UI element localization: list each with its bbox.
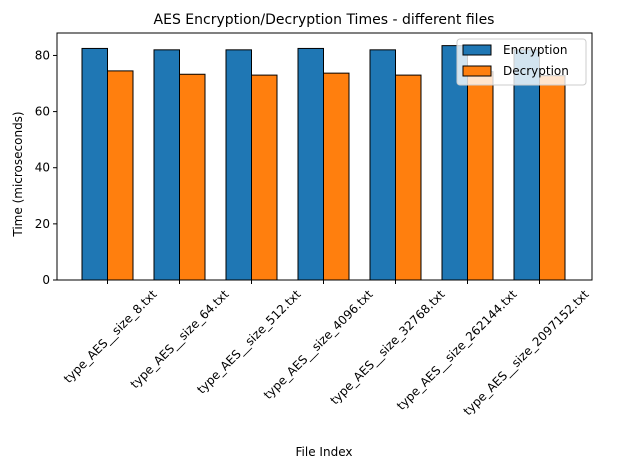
y-tick-label: 80 bbox=[35, 48, 50, 62]
x-tick-label: type_AES__size_32768.txt bbox=[327, 287, 447, 407]
bar-encryption-1 bbox=[153, 49, 180, 281]
legend-swatch-decryption bbox=[462, 65, 492, 77]
chart: AES Encryption/Decryption Times - differ… bbox=[11, 12, 593, 459]
legend: Encryption Decryption bbox=[456, 38, 587, 86]
y-tick-label: 20 bbox=[35, 217, 50, 231]
bar-decryption-1 bbox=[179, 73, 206, 281]
y-tick-label: 0 bbox=[42, 273, 50, 287]
bar-decryption-0 bbox=[107, 70, 134, 281]
bar-encryption-3 bbox=[297, 47, 324, 281]
bar-decryption-3 bbox=[323, 72, 350, 281]
bar-encryption-2 bbox=[225, 49, 252, 281]
x-ticks-group: type_AES__size_8.txttype_AES__size_64.tx… bbox=[61, 280, 592, 418]
legend-label-decryption: Decryption bbox=[503, 64, 569, 78]
x-axis-label: File Index bbox=[296, 445, 353, 459]
legend-swatch-encryption bbox=[462, 44, 492, 56]
legend-label-encryption: Encryption bbox=[503, 43, 567, 57]
y-tick-label: 40 bbox=[35, 161, 50, 175]
y-axis-label: Time (microseconds) bbox=[11, 111, 25, 237]
bar-encryption-0 bbox=[81, 47, 108, 281]
y-tick-label: 60 bbox=[35, 105, 50, 119]
bar-decryption-6 bbox=[539, 75, 566, 281]
y-ticks-group: 0 20 40 60 80 bbox=[35, 48, 57, 287]
bar-encryption-4 bbox=[369, 49, 396, 281]
x-tick-label: type_AES__size_2097152.txt bbox=[461, 287, 592, 418]
bar-decryption-5 bbox=[467, 71, 494, 281]
chart-title: AES Encryption/Decryption Times - differ… bbox=[154, 12, 495, 28]
bar-decryption-4 bbox=[395, 74, 422, 281]
x-tick-label: type_AES__size_262144.txt bbox=[394, 287, 520, 413]
bar-decryption-2 bbox=[251, 74, 278, 281]
